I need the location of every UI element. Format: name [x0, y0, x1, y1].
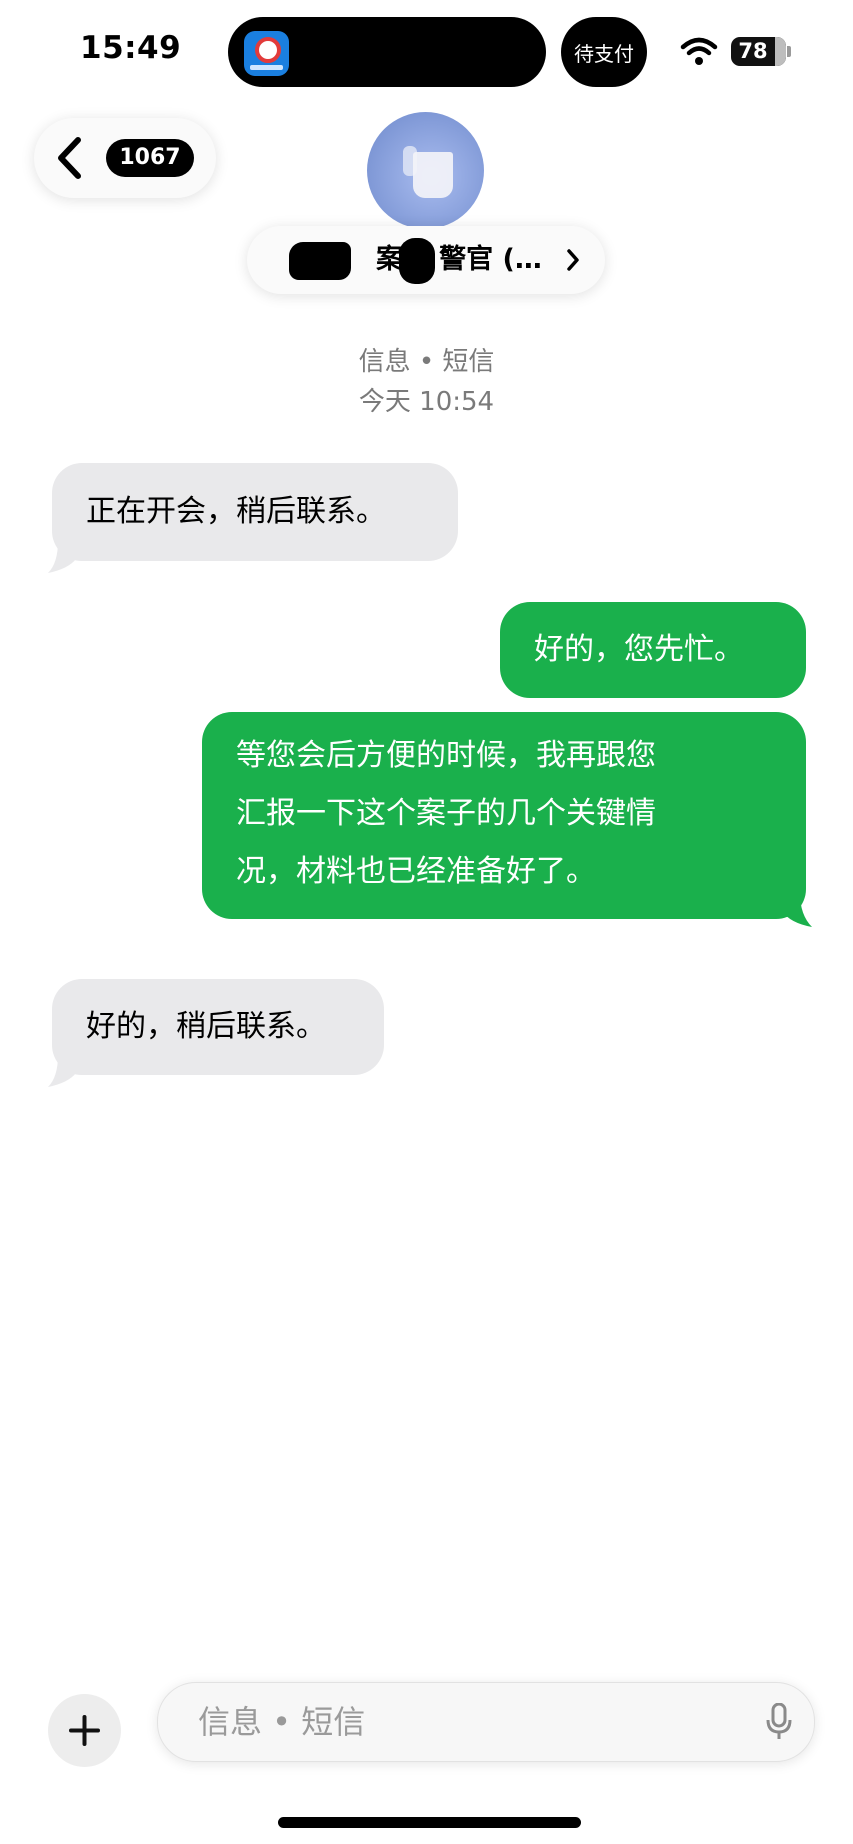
contact-avatar[interactable] — [367, 112, 484, 229]
app-icon[interactable] — [244, 31, 289, 76]
message-bubble-incoming[interactable]: 正在开会，稍后联系。 — [52, 463, 458, 561]
message-bubble-outgoing[interactable]: 等您会后方便的时候，我再跟您 汇报一下这个案子的几个关键情 况，材料也已经准备好… — [202, 712, 806, 919]
message-text: 好的，您先忙。 — [534, 632, 744, 667]
bubble-tail — [48, 541, 76, 573]
message-bubble-outgoing[interactable]: 好的，您先忙。 — [500, 602, 806, 698]
plus-icon — [69, 1715, 100, 1746]
message-input[interactable]: 信息 • 短信 — [157, 1682, 815, 1762]
redaction-mark — [399, 238, 435, 284]
service-label: 信息 • 短信 — [358, 347, 495, 377]
contact-name-button[interactable]: 案警官 (… — [247, 226, 605, 294]
unread-count-badge: 1067 — [106, 139, 194, 177]
message-line: 况，材料也已经准备好了。 — [236, 854, 596, 889]
message-bubble-incoming[interactable]: 好的，稍后联系。 — [52, 979, 384, 1075]
battery-indicator: 78 — [731, 37, 786, 66]
redaction-mark — [289, 242, 351, 280]
battery-level: 78 — [738, 39, 768, 63]
message-line: 汇报一下这个案子的几个关键情 — [236, 796, 656, 831]
home-indicator[interactable] — [278, 1817, 581, 1828]
message-text: 好的，稍后联系。 — [86, 1009, 326, 1044]
back-chevron-icon — [58, 137, 81, 179]
back-button[interactable]: 1067 — [34, 118, 216, 198]
bubble-tail — [782, 893, 812, 927]
pending-payment-label: 待支付 — [574, 41, 634, 66]
wifi-icon — [680, 37, 718, 65]
message-input-placeholder: 信息 • 短信 — [198, 1703, 366, 1741]
contact-name-part-2: 警官 (… — [439, 244, 542, 275]
add-attachment-button[interactable] — [48, 1694, 121, 1767]
message-line: 等您会后方便的时候，我再跟您 — [236, 738, 656, 773]
bubble-tail — [48, 1055, 76, 1087]
battery-tip — [787, 46, 791, 57]
chevron-right-icon — [567, 249, 579, 271]
pending-payment-pill[interactable]: 待支付 — [561, 17, 647, 87]
microphone-icon[interactable] — [766, 1703, 792, 1741]
conversation-timestamp: 今天 10:54 — [358, 387, 495, 417]
message-text: 正在开会，稍后联系。 — [86, 494, 386, 529]
status-time: 15:49 — [80, 30, 182, 66]
